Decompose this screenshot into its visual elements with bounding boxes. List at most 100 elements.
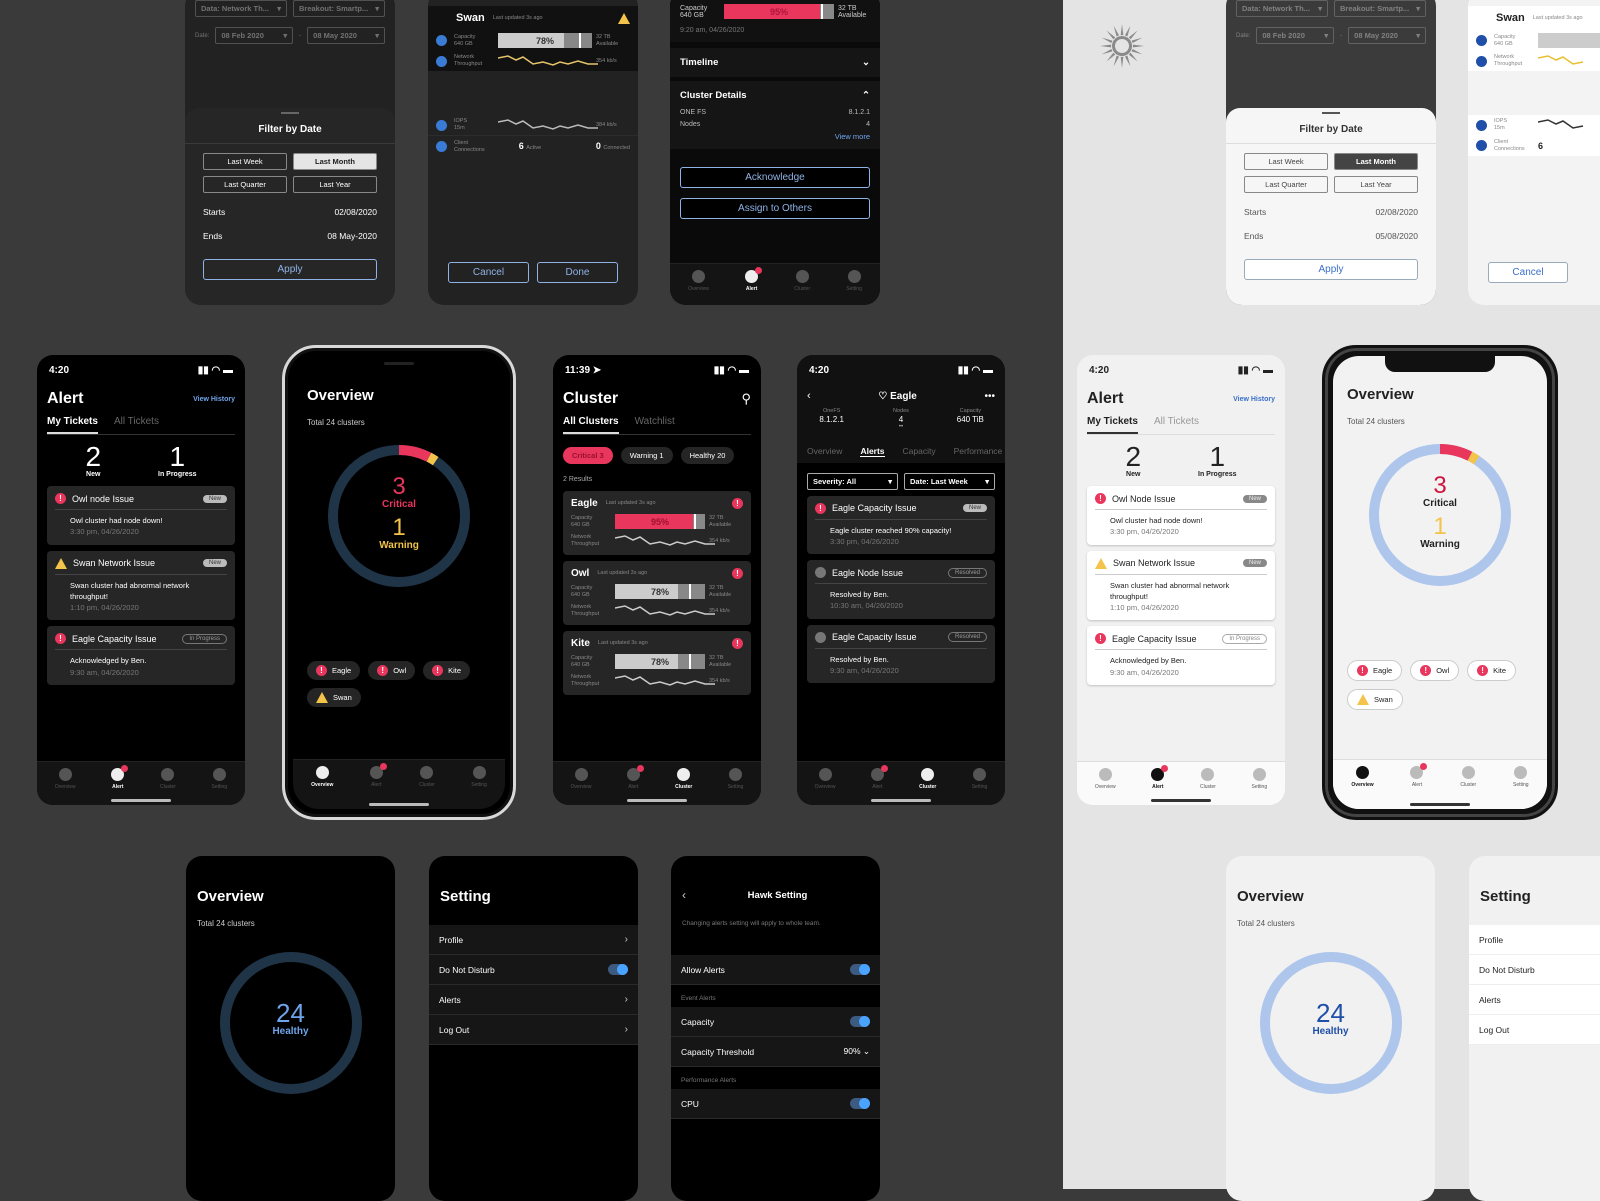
nav-cluster[interactable]: Cluster: [419, 766, 435, 788]
tab-all-tickets[interactable]: All Tickets: [114, 416, 159, 434]
date-filter[interactable]: Date: Last Week ▾: [904, 472, 995, 490]
data-dropdown[interactable]: Data: Network Th... ▾: [1236, 0, 1328, 17]
date-to-dropdown[interactable]: 08 May 2020 ▾: [307, 27, 385, 44]
cluster-chip[interactable]: Swan: [1347, 689, 1403, 710]
more-icon[interactable]: •••: [984, 391, 995, 402]
add-metric-icon[interactable]: [436, 141, 447, 153]
starts-row[interactable]: Starts 02/08/2020: [185, 207, 395, 217]
cancel-button[interactable]: Cancel: [1488, 262, 1568, 283]
view-history-link[interactable]: View History: [1233, 396, 1275, 403]
nav-setting[interactable]: Setting: [1513, 766, 1529, 788]
nav-cluster[interactable]: Cluster: [1460, 766, 1476, 788]
ticket-card[interactable]: Eagle Node Issue Resolved Resolved by Ben…: [807, 560, 995, 619]
nav-alert[interactable]: Alert: [626, 765, 644, 790]
tab-all-clusters[interactable]: All Clusters: [563, 416, 619, 434]
nav-setting[interactable]: Setting: [471, 766, 487, 788]
breakout-dropdown[interactable]: Breakout: Smartp... ▾: [293, 0, 385, 17]
tab-performance[interactable]: Performance: [954, 446, 1003, 457]
back-icon[interactable]: ‹: [807, 390, 811, 402]
cluster-details-header[interactable]: Cluster Details ⌃: [680, 90, 870, 101]
view-more-link[interactable]: View more: [680, 132, 870, 141]
cluster-card[interactable]: Kite Last updated 3s ago! Capacity 640 GB …: [563, 631, 751, 695]
filter-healthy[interactable]: Healthy 20: [680, 447, 735, 464]
nav-cluster[interactable]: Cluster: [160, 768, 176, 790]
option-last-year[interactable]: Last Year: [293, 176, 377, 193]
cancel-button[interactable]: Cancel: [448, 262, 529, 283]
cluster-card[interactable]: Eagle Last updated 3s ago! Capacity 640 GB…: [563, 491, 751, 555]
drag-handle[interactable]: [281, 112, 299, 114]
setting-profile[interactable]: Profile: [1469, 925, 1600, 955]
remove-metric-icon[interactable]: [436, 55, 447, 67]
nav-cluster[interactable]: Cluster: [919, 768, 936, 790]
tab-capacity[interactable]: Capacity: [903, 446, 936, 457]
add-metric-icon[interactable]: [436, 119, 447, 131]
tab-alerts[interactable]: Alerts: [860, 446, 885, 457]
ticket-card[interactable]: ! Eagle Capacity Issue In Progress Acknowl…: [47, 626, 235, 685]
nav-alert[interactable]: Alert: [1151, 765, 1169, 790]
option-last-quarter[interactable]: Last Quarter: [203, 176, 287, 193]
setting-alerts[interactable]: Alerts ›: [429, 985, 638, 1015]
nav-setting[interactable]: Setting: [846, 270, 862, 292]
nav-overview[interactable]: Overview: [55, 768, 76, 790]
remove-metric-icon[interactable]: [1476, 35, 1487, 46]
option-last-week[interactable]: Last Week: [203, 153, 287, 170]
nav-cluster[interactable]: Cluster: [794, 270, 810, 292]
cluster-chip[interactable]: ! Kite: [423, 661, 471, 680]
nav-cluster[interactable]: Cluster: [675, 768, 692, 790]
cluster-chip[interactable]: Swan: [307, 688, 361, 707]
nav-setting[interactable]: Setting: [972, 768, 987, 790]
nav-alert[interactable]: Alert: [111, 765, 129, 790]
option-last-month[interactable]: Last Month: [1334, 153, 1418, 170]
date-from-dropdown[interactable]: 08 Feb 2020 ▾: [215, 27, 294, 44]
ticket-card[interactable]: Eagle Capacity Issue Resolved Resolved by…: [807, 624, 995, 684]
nav-alert[interactable]: Alert: [1410, 763, 1428, 788]
view-history-link[interactable]: View History: [193, 396, 235, 403]
tab-my-tickets[interactable]: My Tickets: [47, 416, 98, 434]
search-icon[interactable]: ⚲: [741, 391, 751, 407]
option-last-month[interactable]: Last Month: [293, 153, 377, 170]
done-button[interactable]: Done: [537, 262, 618, 283]
ends-row[interactable]: Ends 08 May-2020: [185, 231, 395, 241]
cluster-chip[interactable]: ! Eagle: [307, 661, 361, 680]
cluster-chip[interactable]: ! Owl: [1410, 660, 1460, 681]
add-metric-icon[interactable]: [1476, 140, 1487, 152]
tab-overview[interactable]: Overview: [807, 446, 842, 457]
nav-overview[interactable]: Overview: [688, 270, 709, 292]
dnd-toggle[interactable]: [608, 964, 628, 975]
tab-all-tickets[interactable]: All Tickets: [1154, 416, 1199, 434]
date-from-dropdown[interactable]: 08 Feb 2020 ▾: [1256, 27, 1335, 44]
ends-row[interactable]: Ends 05/08/2020: [1226, 231, 1436, 241]
timeline-section[interactable]: Timeline ⌄: [670, 48, 880, 77]
option-last-week[interactable]: Last Week: [1244, 153, 1328, 170]
nav-overview[interactable]: Overview: [815, 768, 836, 790]
cluster-chip[interactable]: ! Kite: [1467, 660, 1517, 681]
data-dropdown[interactable]: Data: Network Th... ▾: [195, 0, 287, 17]
setting-alerts[interactable]: Alerts: [1469, 985, 1600, 1015]
ticket-card[interactable]: Swan Network Issue New Swan cluster had a…: [47, 550, 235, 621]
nav-alert[interactable]: Alert: [369, 763, 387, 788]
apply-button[interactable]: Apply: [1244, 259, 1418, 280]
capacity-threshold-row[interactable]: Capacity Threshold 90% ⌄: [671, 1037, 880, 1067]
setting-do-not-disturb[interactable]: Do Not Disturb: [1469, 955, 1600, 985]
cluster-chip[interactable]: ! Eagle: [1347, 660, 1403, 681]
option-last-quarter[interactable]: Last Quarter: [1244, 176, 1328, 193]
nav-alert[interactable]: Alert: [870, 765, 888, 790]
option-last-year[interactable]: Last Year: [1334, 176, 1418, 193]
allow-alerts-toggle[interactable]: [850, 964, 870, 975]
date-to-dropdown[interactable]: 08 May 2020 ▾: [1348, 27, 1426, 44]
setting-log-out[interactable]: Log Out ›: [429, 1015, 638, 1045]
tab-watchlist[interactable]: Watchlist: [635, 416, 675, 434]
remove-metric-icon[interactable]: [1476, 55, 1487, 67]
ticket-card[interactable]: ! Eagle Capacity Issue In Progress Acknowl…: [1087, 626, 1275, 685]
heart-icon[interactable]: ♡: [878, 391, 887, 402]
filter-critical[interactable]: Critical 3: [563, 447, 613, 464]
assign-to-others-button[interactable]: Assign to Others: [680, 198, 870, 219]
nav-setting[interactable]: Setting: [1252, 768, 1267, 790]
nav-alert[interactable]: Alert: [745, 267, 763, 292]
cluster-chip[interactable]: ! Owl: [368, 661, 416, 680]
drag-handle[interactable]: [1322, 112, 1340, 114]
tab-my-tickets[interactable]: My Tickets: [1087, 416, 1138, 434]
nav-overview[interactable]: Overview: [311, 766, 333, 788]
cpu-toggle[interactable]: [850, 1098, 870, 1109]
apply-button[interactable]: Apply: [203, 259, 377, 280]
